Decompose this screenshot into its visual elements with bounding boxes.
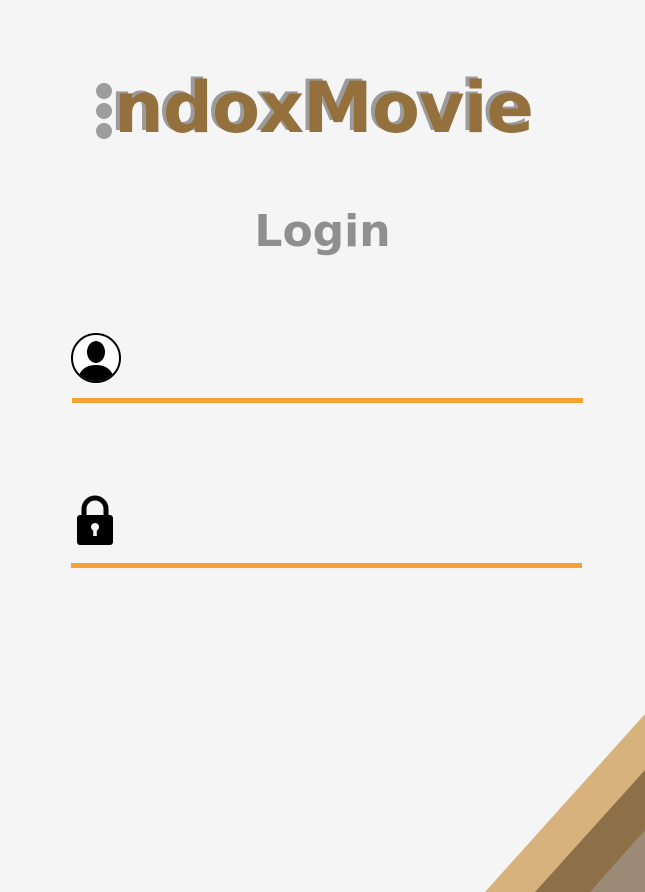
lock-icon bbox=[77, 495, 113, 545]
password-underline bbox=[71, 563, 582, 568]
password-field bbox=[70, 494, 583, 569]
login-screen: ndoxMovie ndoxMovie Login bbox=[0, 0, 645, 892]
password-input[interactable] bbox=[134, 502, 583, 544]
app-logo: ndoxMovie ndoxMovie bbox=[96, 68, 566, 150]
page-title: Login bbox=[254, 206, 391, 257]
corner-decoration bbox=[485, 714, 645, 892]
username-underline bbox=[72, 398, 583, 403]
logo-text: ndoxMovie bbox=[114, 67, 534, 149]
username-input[interactable] bbox=[134, 340, 583, 382]
user-icon bbox=[71, 333, 121, 383]
username-field bbox=[70, 330, 583, 405]
